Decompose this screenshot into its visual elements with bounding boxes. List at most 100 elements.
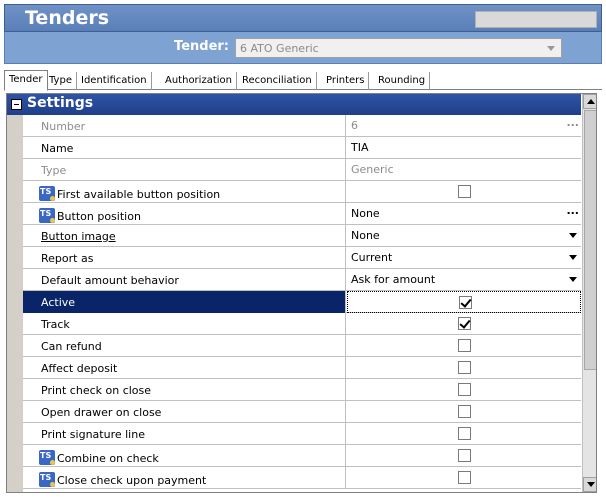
tab-identification[interactable]: Identification [77,72,152,90]
setting-name: Close check upon payment [23,467,346,489]
setting-row-combine-on-check[interactable]: Combine on check [23,445,581,467]
checkbox[interactable] [458,339,471,352]
setting-row-can-refund[interactable]: Can refund [23,335,581,357]
setting-value-cell[interactable] [347,445,581,467]
setting-name: Report as [23,247,346,269]
setting-value-cell[interactable] [347,423,581,445]
setting-name: Print check on close [23,379,346,401]
setting-row-number[interactable]: Number 6... [23,115,581,137]
ellipsis-button[interactable]: ... [566,204,579,217]
setting-value-cell[interactable] [347,335,581,357]
setting-value-cell[interactable]: TIA [347,137,581,159]
checkbox[interactable] [458,449,471,462]
chevron-down-icon[interactable] [569,277,577,282]
setting-name-label: Name [41,142,74,155]
setting-row-print-signature-line[interactable]: Print signature line [23,423,581,445]
setting-row-affect-deposit[interactable]: Affect deposit [23,357,581,379]
chevron-down-icon[interactable] [569,233,577,238]
setting-row-print-check-on-close[interactable]: Print check on close [23,379,581,401]
vertical-scrollbar[interactable] [582,94,596,492]
setting-name-label: Combine on check [57,452,159,465]
title-bar-box [475,11,597,28]
checkbox[interactable] [458,471,471,484]
scroll-up-button[interactable] [583,94,596,109]
setting-row-close-check-upon-payment[interactable]: Close check upon payment [23,467,581,489]
checkbox[interactable] [458,185,471,198]
setting-row-track[interactable]: Track [23,313,581,335]
setting-value-cell[interactable]: Current [347,247,581,269]
tender-selector-combo[interactable]: 6 ATO Generic [235,38,562,58]
setting-value-cell[interactable]: Ask for amount [347,269,581,291]
tender-selector-label: Tender: [174,39,229,54]
tab-tender[interactable]: Tender [4,70,48,91]
scroll-thumb[interactable] [584,110,596,370]
settings-group-title: Settings [27,95,94,111]
setting-name-label: Track [41,318,70,331]
tab-authorization[interactable]: Authorization [161,72,237,90]
setting-row-open-drawer-on-close[interactable]: Open drawer on close [23,401,581,423]
setting-row-button-position[interactable]: Button position None... [23,203,581,225]
setting-name: Affect deposit [23,357,346,379]
setting-value: None [351,207,380,220]
setting-value-cell[interactable] [347,291,581,313]
setting-value-cell[interactable] [347,379,581,401]
tenders-window: Tenders Tender: 6 ATO Generic Tender Type… [0,0,606,497]
setting-name-label: Affect deposit [41,362,118,375]
tender-selector-bar: Tender: 6 ATO Generic [4,32,602,64]
setting-name: Button position [23,203,346,225]
setting-value-cell[interactable]: None... [347,203,581,225]
setting-name: Open drawer on close [23,401,346,423]
tab-strip: Tender Type Identification Authorization Rec… [4,70,602,91]
setting-name-label: Open drawer on close [41,406,162,419]
settings-group-header[interactable]: Settings [7,94,581,115]
setting-name: Track [23,313,346,335]
scroll-down-button[interactable] [583,477,596,492]
checkbox[interactable] [458,361,471,374]
window-title: Tenders [25,7,110,29]
tab-reconciliation[interactable]: Reconciliation [238,72,317,90]
checkbox[interactable] [458,427,471,440]
chevron-down-icon[interactable] [569,255,577,260]
checkbox[interactable] [458,317,471,330]
ts-icon [39,186,55,201]
setting-value-cell[interactable] [347,181,581,203]
setting-row-active[interactable]: Active [23,291,581,313]
setting-value-cell[interactable]: 6... [347,115,581,137]
tab-rounding[interactable]: Rounding [374,72,431,90]
setting-value-cell[interactable] [347,401,581,423]
chevron-down-icon [547,46,555,51]
setting-row-name[interactable]: Name TIA [23,137,581,159]
tender-selector-value: 6 ATO Generic [240,42,319,55]
ts-icon [39,472,55,487]
tab-type[interactable]: Type [45,72,77,90]
setting-row-first-available-button-position[interactable]: First available button position [23,181,581,203]
setting-name-label: Close check upon payment [57,474,207,487]
checkbox[interactable] [458,383,471,396]
setting-name: Print signature line [23,423,346,445]
row-gutter [7,115,23,492]
setting-value-cell[interactable]: None [347,225,581,247]
setting-row-button-image[interactable]: Button image None [23,225,581,247]
setting-name-label: Type [41,164,67,177]
setting-value-cell[interactable]: Generic [347,159,581,181]
checkbox[interactable] [459,296,472,309]
setting-value-cell[interactable] [347,357,581,379]
setting-name-label: Button position [57,210,141,223]
setting-name-label: Active [41,296,76,309]
setting-value-cell[interactable] [347,313,581,335]
setting-row-default-amount-behavior[interactable]: Default amount behavior Ask for amount [23,269,581,291]
setting-value-cell[interactable] [347,467,581,489]
setting-value: Generic [351,163,394,176]
setting-name-label: Button image [41,230,116,243]
collapse-icon[interactable] [11,99,22,110]
setting-name: Number [23,115,346,137]
checkbox[interactable] [458,405,471,418]
setting-value: Ask for amount [351,273,436,286]
setting-name-label: Number [41,120,86,133]
tab-printers[interactable]: Printers [322,72,370,90]
setting-row-type[interactable]: Type Generic [23,159,581,181]
setting-value: TIA [351,141,369,154]
setting-row-report-as[interactable]: Report as Current [23,247,581,269]
ellipsis-button[interactable]: ... [566,116,579,129]
setting-name-label: First available button position [57,188,221,201]
